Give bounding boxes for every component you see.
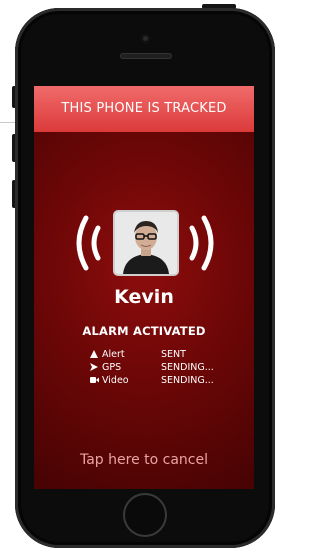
status-list: Alert SENT GPS SENDING... Video SENDING.… xyxy=(90,348,240,387)
earpiece-speaker xyxy=(120,53,172,59)
status-row-alert: Alert SENT xyxy=(90,348,240,361)
status-value: SENT xyxy=(161,349,186,360)
avatar xyxy=(115,212,177,274)
contact-name: Kevin xyxy=(114,286,174,308)
signal-waves-right-icon xyxy=(189,215,214,271)
front-camera xyxy=(141,34,150,43)
home-button[interactable] xyxy=(123,493,167,537)
alarm-status-title: ALARM ACTIVATED xyxy=(82,324,206,338)
location-arrow-icon xyxy=(90,361,100,374)
status-value: SENDING... xyxy=(161,362,214,373)
status-label: Alert xyxy=(102,349,125,360)
phone-frame: THIS PHONE IS TRACKED Kevin ALARM ACTIVA… xyxy=(15,8,275,548)
warning-icon xyxy=(90,348,100,361)
status-label: GPS xyxy=(102,362,122,373)
status-label: Video xyxy=(102,375,129,386)
cancel-button[interactable]: Tap here to cancel xyxy=(34,452,254,468)
tracked-banner: THIS PHONE IS TRACKED xyxy=(34,86,254,132)
phone-screen: THIS PHONE IS TRACKED Kevin ALARM ACTIVA… xyxy=(34,86,254,489)
signal-waves-left-icon xyxy=(76,215,101,271)
status-row-gps: GPS SENDING... xyxy=(90,361,240,374)
video-camera-icon xyxy=(90,374,100,387)
status-value: SENDING... xyxy=(161,375,214,386)
status-row-video: Video SENDING... xyxy=(90,374,240,387)
